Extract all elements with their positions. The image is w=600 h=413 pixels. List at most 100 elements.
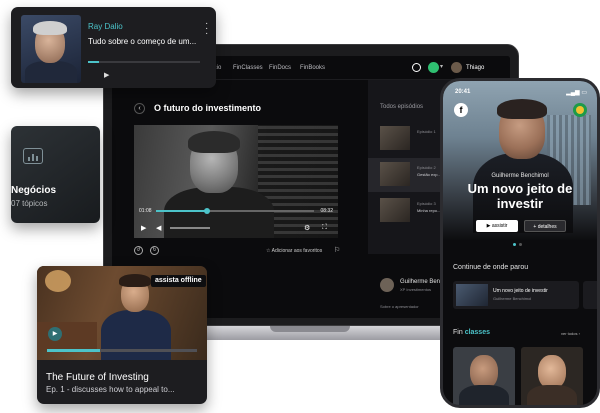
chart-icon-bar — [36, 156, 38, 161]
nav-item-finbooks[interactable]: FinBooks — [300, 65, 325, 71]
continue-card-next[interactable] — [583, 281, 597, 309]
details-button[interactable]: + detalhes — [524, 220, 566, 232]
continue-section-title: Continue de onde parou — [453, 264, 529, 271]
favorite-label: Adicionar aos favoritos — [271, 248, 323, 254]
page-title: O futuro do investimento — [154, 103, 261, 113]
sidebar-title: Todos episódios — [380, 104, 424, 110]
hero-headline-line2: investir — [496, 196, 544, 211]
audio-card[interactable]: Ray Dalio Tudo sobre o começo de um... ·… — [11, 7, 216, 88]
chart-icon — [23, 148, 43, 164]
time-total: 08:32 — [320, 208, 333, 214]
chevron-down-icon[interactable]: ▾ — [440, 63, 443, 70]
avatar[interactable] — [451, 62, 462, 73]
episode-number: Episódio 3 — [417, 201, 436, 206]
carousel-dot[interactable] — [519, 243, 522, 246]
about-presenter-label: Sobre o apresentador — [380, 304, 419, 309]
episode-subtitle: Ep. 1 - discusses how to appeal to... — [46, 385, 175, 394]
audio-title: Tudo sobre o começo de um... — [88, 37, 197, 46]
episode-presenter-hair — [119, 274, 151, 287]
episode-presenter-body — [101, 310, 171, 360]
video-progress-fill — [156, 210, 207, 212]
episode-lamp — [45, 270, 71, 292]
episode-name: Gestão exp... — [417, 172, 441, 177]
episode-number: Episódio 1 — [417, 129, 436, 134]
hero-presenter-hair — [497, 99, 547, 119]
speaker-name: Ray Dalio — [88, 22, 123, 31]
rewind-icon[interactable]: ↺ — [134, 246, 143, 255]
episode-thumbnail — [380, 198, 410, 222]
user-name[interactable]: Thiago — [466, 65, 484, 71]
episode-sofa — [37, 322, 97, 350]
episode-card[interactable]: assista offline ▶ The Future of Investin… — [37, 266, 207, 404]
search-icon[interactable] — [412, 63, 421, 72]
phone-logo[interactable]: f — [454, 103, 468, 117]
episode-progress-fill — [47, 349, 100, 352]
episode-name: Minha repo... — [417, 208, 441, 213]
status-time: 20:41 — [455, 89, 471, 95]
volume-slider[interactable] — [170, 227, 210, 229]
fullscreen-icon[interactable]: ⛶ — [322, 224, 327, 232]
settings-icon[interactable]: ⚙ — [304, 224, 310, 232]
see-all-link[interactable]: ver todos › — [561, 331, 580, 336]
brazil-flag-icon[interactable] — [573, 103, 587, 117]
finclasses-row-title: Fin classes — [453, 329, 490, 336]
play-icon[interactable]: ▶ — [48, 327, 62, 341]
audio-progress-bar[interactable] — [88, 61, 200, 63]
chart-icon-bar — [32, 154, 34, 161]
nav-item-finclasses[interactable]: FinClasses — [233, 65, 263, 71]
topic-name: Negócios — [11, 185, 57, 196]
topic-count: 07 tópicos — [11, 199, 48, 208]
episode-number: Episódio 2 — [417, 165, 436, 170]
status-badge[interactable] — [428, 62, 439, 73]
class-tile[interactable] — [521, 347, 583, 405]
row-title-highlight: classes — [464, 329, 490, 336]
topic-card[interactable] — [11, 126, 100, 223]
stage: ffinclass Início FinClasses FinDocs FinB… — [0, 0, 600, 413]
video-player[interactable]: 01:08 08:32 ▶ ◀ ⚙ ⛶ — [134, 125, 338, 238]
row-title-prefix: Fin — [453, 329, 463, 336]
carousel-dots[interactable] — [513, 243, 529, 246]
tile-body — [527, 385, 577, 405]
watch-button[interactable]: ▶ assistir — [476, 220, 518, 232]
play-icon[interactable]: ▶ — [141, 224, 146, 232]
back-button[interactable]: ‹ — [134, 103, 145, 114]
time-current: 01:08 — [139, 208, 152, 214]
episode-thumbnail — [380, 126, 410, 150]
hero-headline-line1: Um novo jeito de — [467, 181, 573, 196]
forward-icon[interactable]: ↻ — [150, 246, 159, 255]
video-progress-handle[interactable] — [203, 208, 210, 214]
more-vertical-icon[interactable]: · · · — [205, 19, 208, 39]
play-icon[interactable]: ▶ — [104, 71, 109, 79]
carousel-dot-active[interactable] — [513, 243, 516, 246]
continue-thumbnail — [456, 284, 488, 306]
continue-card[interactable]: Um novo jeito de investir Guilherme Benc… — [453, 281, 579, 309]
report-icon[interactable]: ⚐ — [334, 246, 340, 254]
speaker-body — [25, 61, 77, 83]
speaker-thumbnail — [21, 15, 81, 83]
video-progress-bar[interactable] — [156, 208, 314, 214]
episode-thumbnail — [380, 162, 410, 186]
video-presenter-hair — [188, 131, 240, 153]
tile-body — [459, 385, 509, 405]
continue-author: Guilherme Benchimol — [493, 296, 532, 301]
video-presenter-body — [164, 187, 274, 238]
audio-progress-fill — [88, 61, 100, 63]
see-all-label: ver todos — [561, 331, 578, 336]
author-avatar[interactable] — [380, 278, 394, 292]
hero-presenter-name: Guilherme Benchimol — [491, 173, 549, 179]
signal-icon: ▂▄▆ ▭ — [566, 90, 587, 96]
speaker-hair — [33, 21, 67, 35]
favorite-button[interactable]: ☆ Adicionar aos favoritos — [266, 248, 322, 254]
offline-badge: assista offline — [151, 275, 206, 287]
author-company: XP Investimentos — [400, 287, 432, 292]
episode-title: The Future of Investing — [46, 372, 149, 383]
tile-face — [538, 355, 566, 389]
volume-icon[interactable]: ◀ — [156, 224, 161, 232]
chart-icon-bar — [28, 157, 30, 161]
class-tile[interactable] — [453, 347, 515, 405]
episode-progress-bar[interactable] — [47, 349, 197, 352]
nav-item-findocs[interactable]: FinDocs — [269, 65, 291, 71]
continue-title: Um novo jeito de investir — [493, 288, 548, 294]
tile-face — [470, 355, 498, 389]
hero-headline: Um novo jeito de investir — [443, 181, 597, 211]
